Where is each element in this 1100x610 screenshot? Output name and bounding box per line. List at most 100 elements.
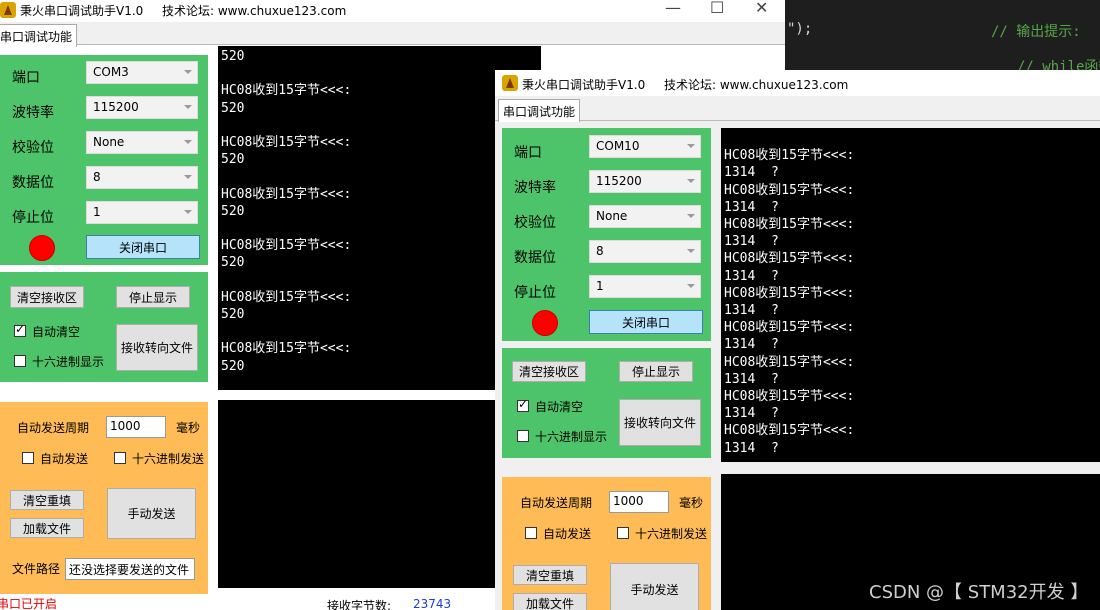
auto-send-label: 自动发送 [543,527,592,541]
file-path-input[interactable]: 还没选择要发送的文件 [65,558,195,580]
window-title: 秉火串口调试助手V1.0 [522,78,646,92]
stopbits-select[interactable]: 1 [589,275,701,298]
rx-bytes-label: 接收字节数: [327,599,392,610]
hex-display-label: 十六进制显示 [535,430,608,444]
code-comment-1: // 输出提示: [991,24,1081,40]
maximize-icon[interactable]: ☐ [710,0,724,17]
back-tabbar: 串口调试功能 [0,22,785,47]
auto-clear-checkbox[interactable] [14,322,26,337]
rx-bytes-value: 23743 [413,597,452,610]
chevron-down-icon [687,214,695,218]
close-port-button[interactable]: 关闭串口 [86,235,200,259]
clear-receive-button[interactable]: 清空接收区 [10,286,84,308]
ms-label: 毫秒 [679,496,704,510]
port-value: COM3 [93,65,129,79]
clear-refill-button[interactable]: 清空重填 [10,490,84,510]
port-config-panel: 端口 波特率 校验位 数据位 停止位 COM10 115200 None 8 1… [502,128,711,341]
chevron-down-icon [687,249,695,253]
receive-to-file-button[interactable]: 接收转向文件 [619,399,701,446]
back-titlebar: 秉火串口调试助手V1.0 技术论坛: www.chuxue123.com — ☐… [0,0,785,20]
auto-clear-label: 自动清空 [32,325,81,339]
minimize-icon[interactable]: — [665,0,681,17]
databits-select[interactable]: 8 [589,240,701,263]
parity-value: None [596,209,628,223]
hex-send-checkbox[interactable] [114,452,126,464]
close-icon[interactable]: ✕ [755,0,768,17]
parity-select[interactable]: None [589,205,701,228]
chevron-down-icon [687,179,695,183]
auto-clear-checkbox[interactable] [517,397,529,412]
auto-send-checkbox[interactable] [525,527,537,539]
stopbits-label: 停止位 [12,210,54,226]
send-terminal[interactable] [218,400,538,588]
chevron-down-icon [687,284,695,288]
clear-receive-button[interactable]: 清空接收区 [512,361,586,382]
baud-select[interactable]: 115200 [86,96,198,119]
stop-display-button[interactable]: 停止显示 [619,361,693,382]
stopbits-label: 停止位 [514,285,556,301]
manual-send-button[interactable]: 手动发送 [610,563,699,610]
port-select[interactable]: COM3 [86,61,198,84]
load-file-button[interactable]: 加载文件 [10,518,84,538]
parity-select[interactable]: None [86,131,198,154]
port-status-led-icon [29,235,55,261]
parity-label: 校验位 [514,215,556,231]
port-label: 端口 [12,70,40,86]
baud-label: 波特率 [12,105,54,121]
auto-send-period-input[interactable]: 1000 [609,491,669,513]
baud-label: 波特率 [514,180,556,196]
databits-select[interactable]: 8 [86,166,198,189]
send-options-panel: 自动发送周期 1000 毫秒 自动发送 十六进制发送 清空重填 加载文件 手动发… [502,477,711,610]
baud-value: 115200 [596,174,642,188]
databits-label: 数据位 [12,175,54,191]
hex-send-label: 十六进制发送 [635,527,708,541]
baud-value: 115200 [93,100,139,114]
receive-terminal: HC08收到15字节<<<: 1314 ? HC08收到15字节<<<: 131… [721,128,1100,462]
auto-send-label: 自动发送 [40,452,89,466]
front-serial-window: 秉火串口调试助手V1.0 技术论坛: www.chuxue123.com 串口调… [495,70,1100,610]
app-logo-icon [502,75,518,91]
hex-display-checkbox[interactable] [517,430,529,442]
close-port-button[interactable]: 关闭串口 [589,310,703,334]
receive-to-file-button[interactable]: 接收转向文件 [116,324,198,371]
forum-label: 技术论坛: www.chuxue123.com [664,78,849,92]
stopbits-value: 1 [596,279,604,293]
port-select[interactable]: COM10 [589,135,701,158]
file-path-label: 文件路径 [12,562,61,576]
port-label: 端口 [514,145,542,161]
forum-label: 技术论坛: www.chuxue123.com [162,4,347,18]
clear-refill-button[interactable]: 清空重填 [513,565,587,585]
hex-display-checkbox[interactable] [14,355,26,367]
stopbits-select[interactable]: 1 [86,201,198,224]
databits-label: 数据位 [514,250,556,266]
csdn-watermark: CSDN @【 STM32开发 】 [869,582,1089,603]
chevron-down-icon [184,140,192,144]
receive-terminal: 520 HC08收到15字节<<<: 520 HC08收到15字节<<<: 52… [218,46,541,390]
auto-send-period-label: 自动发送周期 [520,496,593,510]
chevron-down-icon [687,144,695,148]
manual-send-button[interactable]: 手动发送 [107,488,196,539]
tab-serial-debug[interactable]: 串口调试功能 [498,99,581,122]
parity-label: 校验位 [12,140,54,156]
chevron-down-icon [184,175,192,179]
hex-display-label: 十六进制显示 [32,355,105,369]
port-status-text: 串口已开启 [0,597,58,610]
load-file-button[interactable]: 加载文件 [513,593,587,610]
databits-value: 8 [93,170,101,184]
baud-select[interactable]: 115200 [589,170,701,193]
window-title: 秉火串口调试助手V1.0 [20,4,144,18]
port-status-led-icon [532,310,558,336]
front-titlebar: 秉火串口调试助手V1.0 技术论坛: www.chuxue123.com [495,70,1100,96]
app-logo-icon [0,2,16,18]
stop-display-button[interactable]: 停止显示 [116,286,190,308]
front-tabbar: 串口调试功能 [495,96,1100,122]
hex-send-checkbox[interactable] [617,527,629,539]
auto-send-checkbox[interactable] [22,452,34,464]
receive-options-panel: 清空接收区 停止显示 自动清空 十六进制显示 接收转向文件 [0,272,208,382]
databits-value: 8 [596,244,604,258]
auto-send-period-input[interactable]: 1000 [106,416,166,438]
auto-send-period-label: 自动发送周期 [17,421,90,435]
auto-clear-label: 自动清空 [535,400,584,414]
chevron-down-icon [184,70,192,74]
tab-serial-debug[interactable]: 串口调试功能 [0,24,78,47]
